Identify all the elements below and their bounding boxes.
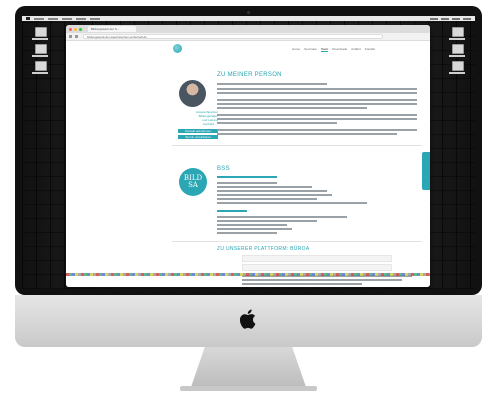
list-item <box>217 216 347 218</box>
browser-tab[interactable]: Bildungswerk der S… <box>88 26 136 32</box>
clock[interactable] <box>463 17 471 20</box>
desktop-icon-label <box>32 38 48 40</box>
menu-item[interactable] <box>34 17 44 20</box>
forward-icon[interactable] <box>75 35 78 38</box>
menu-item[interactable] <box>76 17 86 20</box>
list-item <box>217 198 317 200</box>
menubar-status-area <box>430 17 471 20</box>
section-divider <box>172 145 422 146</box>
nav-item[interactable]: Downloads <box>332 47 347 52</box>
imac-stand-foot <box>180 386 317 391</box>
list-item <box>217 202 367 204</box>
status-icon[interactable] <box>441 17 449 20</box>
close-icon[interactable] <box>69 27 72 31</box>
nav-item[interactable]: Home <box>292 47 300 52</box>
desktop-icon-label <box>32 72 48 74</box>
list-item <box>217 190 327 192</box>
minimize-icon[interactable] <box>74 27 77 31</box>
apple-menu-icon[interactable] <box>26 17 30 20</box>
list-item <box>217 224 287 226</box>
feedback-tab[interactable] <box>422 152 430 190</box>
text-line <box>217 92 417 94</box>
text-line <box>217 133 397 135</box>
desktop-folder-icon[interactable] <box>35 44 47 54</box>
nav-item-active[interactable]: Team <box>320 47 329 52</box>
list-item <box>217 228 292 230</box>
status-icon[interactable] <box>430 17 438 20</box>
web-page: Home Seminare Team Downloads Anfahrt Kon… <box>66 41 430 287</box>
desktop-icon-label <box>449 38 465 40</box>
menu-item[interactable] <box>48 17 58 20</box>
desktop-icon-label <box>449 55 465 57</box>
desktop-folder-icon[interactable] <box>35 61 47 71</box>
desktop-drive-icon[interactable] <box>452 44 464 54</box>
contact-button[interactable]: Kontakt aufnehmen <box>178 129 218 133</box>
bss-logo: BILD SA <box>179 168 207 196</box>
section-divider <box>172 241 422 242</box>
dock[interactable] <box>66 273 430 276</box>
camera <box>247 11 250 14</box>
browser-window: Bildungswerk der S… bildungswerk-der-sae… <box>66 25 430 287</box>
list-item <box>217 186 312 188</box>
desktop-drive-icon[interactable] <box>452 27 464 37</box>
sub-heading <box>217 176 277 178</box>
status-icon[interactable] <box>452 17 460 20</box>
list-item <box>217 182 277 184</box>
accordion-item[interactable] <box>242 255 392 262</box>
maximize-icon[interactable] <box>79 27 82 31</box>
text-line <box>217 99 417 101</box>
nav-item[interactable]: Anfahrt <box>351 47 361 52</box>
nav-item[interactable]: Seminare <box>304 47 317 52</box>
caption-line: Gerhard … <box>203 122 218 126</box>
list-item <box>217 232 277 234</box>
list-item <box>217 194 332 196</box>
text-line <box>217 88 417 90</box>
platform-section-title: ZU UNSERER PLATTFORM: BÜROA <box>217 246 310 252</box>
text-line <box>217 103 417 105</box>
nav-item[interactable]: Kontakt <box>365 47 375 52</box>
text-line <box>217 107 367 109</box>
browser-tabbar: Bildungswerk der S… <box>66 25 430 33</box>
text-line <box>217 129 417 131</box>
desktop-drive-icon[interactable] <box>452 61 464 71</box>
appointment-button[interactable]: Termin vereinbaren <box>178 135 218 139</box>
apple-icon <box>240 309 256 329</box>
desktop-drive-icon[interactable] <box>35 27 47 37</box>
browser-toolbar: bildungswerk-der-saechsischen-wirtschaft… <box>66 33 430 41</box>
accordion-item[interactable] <box>242 264 392 271</box>
about-section-title: ZU MEINER PERSON <box>217 72 282 78</box>
sub-heading <box>217 210 247 212</box>
desktop-icon-label <box>449 72 465 74</box>
list-item <box>217 220 317 222</box>
text-line <box>217 122 337 124</box>
site-navigation: Home Seminare Team Downloads Anfahrt Kon… <box>292 47 375 52</box>
text-line <box>242 283 362 285</box>
profile-caption: Ansprechpartner Bildungsträger und Leitu… <box>166 110 218 126</box>
site-logo[interactable] <box>173 44 182 53</box>
back-icon[interactable] <box>69 35 72 38</box>
menu-item[interactable] <box>62 17 72 20</box>
imac-stand <box>191 347 306 387</box>
bss-logo-line: SA <box>188 181 198 189</box>
bss-section-title: BSS <box>217 166 230 172</box>
text-line <box>217 114 417 116</box>
text-line <box>217 118 417 120</box>
menu-item[interactable] <box>90 17 100 20</box>
address-bar[interactable]: bildungswerk-der-saechsischen-wirtschaft… <box>83 34 383 39</box>
window-controls <box>69 27 82 31</box>
text-line <box>217 83 327 85</box>
profile-photo <box>179 80 206 107</box>
text-line <box>242 279 402 281</box>
screen: Bildungswerk der S… bildungswerk-der-sae… <box>22 16 475 289</box>
macos-menubar <box>22 16 475 21</box>
desktop-icon-label <box>32 55 48 57</box>
